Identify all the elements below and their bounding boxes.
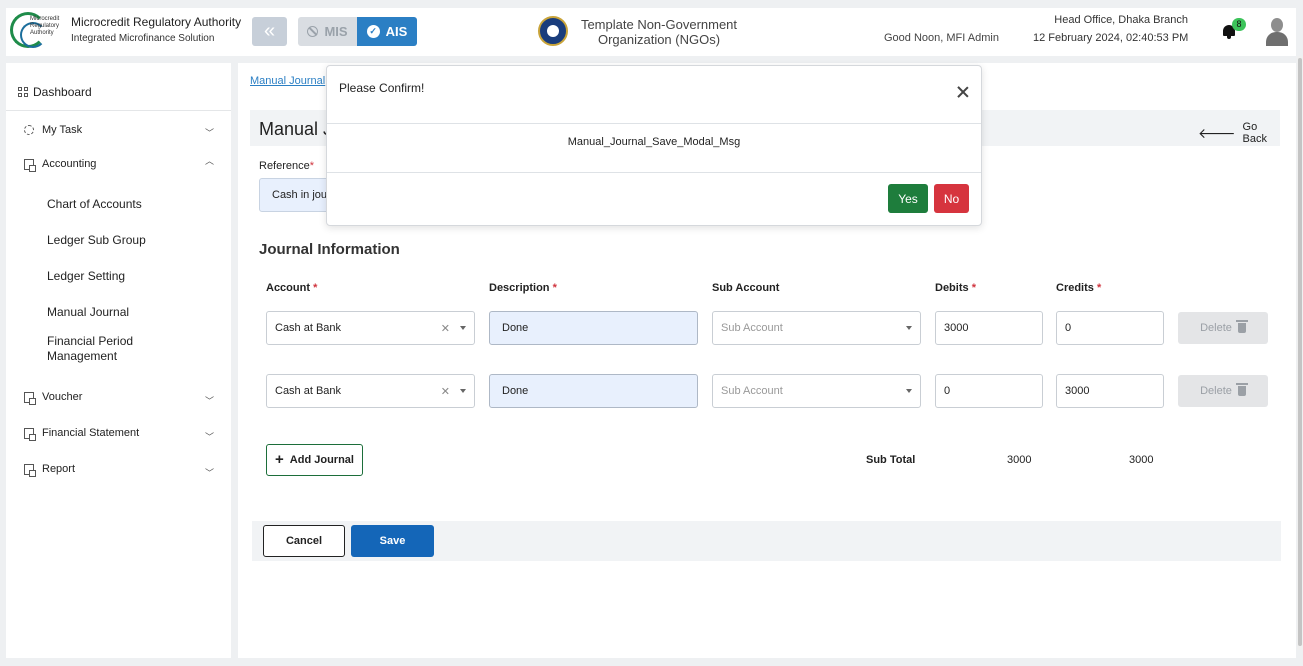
subtotal-label: Sub Total	[866, 454, 916, 466]
sub-account-select[interactable]: Sub Account	[712, 374, 921, 408]
chevron-down-icon[interactable]: ﹀	[205, 126, 214, 139]
account-select[interactable]: Cash at Bank ✕	[266, 374, 475, 408]
collapse-sidebar-button[interactable]: «	[252, 17, 287, 46]
description-input[interactable]: Done	[489, 311, 698, 345]
branch-name: Head Office, Dhaka Branch	[1054, 14, 1188, 26]
debit-input[interactable]: 3000	[935, 311, 1043, 345]
cancel-button[interactable]: Cancel	[263, 525, 345, 557]
accounting-icon	[24, 158, 36, 172]
org-subtitle: Integrated Microfinance Solution	[71, 33, 215, 44]
credit-input[interactable]: 3000	[1056, 374, 1164, 408]
caret-down-icon	[906, 326, 912, 330]
government-seal-icon	[538, 16, 568, 46]
modal-divider	[327, 172, 981, 173]
caret-down-icon	[460, 326, 466, 330]
sidebar-item-my-task[interactable]: My Task	[24, 124, 82, 136]
sidebar-sub-ledger-setting[interactable]: Ledger Setting	[47, 269, 125, 284]
org-name: Microcredit Regulatory Authority	[71, 15, 242, 29]
col-account: Account *	[266, 282, 318, 294]
col-credits: Credits *	[1056, 282, 1102, 294]
sidebar-item-report[interactable]: Report	[24, 463, 75, 477]
sidebar-item-dashboard[interactable]: Dashboard	[18, 85, 92, 99]
sidebar-item-financial-statement[interactable]: Financial Statement	[24, 427, 139, 441]
logo-text: Microcredit Regulatory Authority	[30, 16, 60, 36]
arrow-left-icon: 🡐	[1198, 125, 1236, 141]
reference-label: Reference*	[259, 160, 315, 172]
modal-title: Please Confirm!	[339, 81, 425, 95]
delete-button[interactable]: Delete	[1178, 312, 1268, 344]
sidebar: Dashboard My Task ﹀ Accounting ︿ Chart o…	[6, 63, 231, 658]
statement-icon	[24, 427, 36, 441]
modal-message: Manual_Journal_Save_Modal_Msg	[567, 136, 741, 148]
caret-down-icon	[460, 389, 466, 393]
grid-icon	[18, 87, 28, 97]
sidebar-sub-financial-period[interactable]: Financial Period Management	[47, 334, 157, 364]
chevron-up-icon[interactable]: ︿	[205, 154, 214, 167]
breadcrumb[interactable]: Manual Journal	[250, 75, 325, 87]
sidebar-sub-chart-of-accounts[interactable]: Chart of Accounts	[47, 197, 142, 212]
scrollbar-thumb[interactable]	[1298, 58, 1302, 646]
datetime: 12 February 2024, 02:40:53 PM	[1033, 32, 1189, 44]
section-title: Journal Information	[259, 241, 400, 258]
task-icon	[24, 125, 34, 135]
trash-icon	[1235, 383, 1248, 396]
report-icon	[24, 463, 36, 477]
clear-icon[interactable]: ✕	[441, 322, 450, 335]
col-sub-account: Sub Account	[712, 282, 780, 294]
mode-ais-button[interactable]: ✓ AIS	[357, 17, 417, 46]
add-journal-button[interactable]: + Add Journal	[266, 444, 363, 476]
template-org-name: Template Non-Government Organization (NG…	[580, 17, 738, 47]
delete-button[interactable]: Delete	[1178, 375, 1268, 407]
credit-input[interactable]: 0	[1056, 311, 1164, 345]
go-back-button[interactable]: 🡐 Go Back	[1198, 121, 1280, 145]
trash-icon	[1235, 320, 1248, 333]
subtotal-credit: 3000	[1129, 454, 1154, 466]
modal-divider	[327, 123, 981, 124]
chevron-down-icon[interactable]: ﹀	[205, 466, 214, 479]
save-button[interactable]: Save	[351, 525, 434, 557]
page-scrollbar[interactable]	[1297, 56, 1303, 650]
avatar[interactable]	[1266, 18, 1288, 46]
sidebar-sub-manual-journal[interactable]: Manual Journal	[47, 305, 129, 320]
clear-icon[interactable]: ✕	[441, 385, 450, 398]
close-icon[interactable]	[955, 84, 971, 100]
description-input[interactable]: Done	[489, 374, 698, 408]
yes-button[interactable]: Yes	[888, 184, 928, 213]
col-description: Description *	[489, 282, 557, 294]
top-header: Microcredit Regulatory Authority Microcr…	[6, 8, 1296, 56]
reference-input[interactable]: Cash in journal	[259, 178, 329, 212]
sidebar-divider	[6, 110, 231, 111]
ban-icon	[307, 26, 319, 37]
voucher-icon	[24, 391, 36, 405]
mode-mis-button[interactable]: MIS	[298, 17, 357, 46]
confirm-modal: Please Confirm! Manual_Journal_Save_Moda…	[326, 65, 982, 226]
notification-badge: 8	[1232, 18, 1246, 31]
plus-icon: +	[275, 451, 284, 468]
col-debits: Debits *	[935, 282, 976, 294]
no-button[interactable]: No	[934, 184, 969, 213]
sidebar-item-accounting[interactable]: Accounting	[24, 158, 96, 172]
greeting: Good Noon, MFI Admin	[884, 32, 999, 44]
mode-toggle: MIS ✓ AIS	[298, 17, 417, 46]
caret-down-icon	[906, 389, 912, 393]
sidebar-sub-ledger-sub-group[interactable]: Ledger Sub Group	[47, 233, 146, 248]
chevron-down-icon[interactable]: ﹀	[205, 394, 214, 407]
check-circle-icon: ✓	[366, 25, 380, 38]
account-select[interactable]: Cash at Bank ✕	[266, 311, 475, 345]
sidebar-item-voucher[interactable]: Voucher	[24, 391, 82, 405]
chevron-down-icon[interactable]: ﹀	[205, 430, 214, 443]
page-title: Manual J	[259, 119, 333, 139]
subtotal-debit: 3000	[1007, 454, 1032, 466]
sub-account-select[interactable]: Sub Account	[712, 311, 921, 345]
debit-input[interactable]: 0	[935, 374, 1043, 408]
